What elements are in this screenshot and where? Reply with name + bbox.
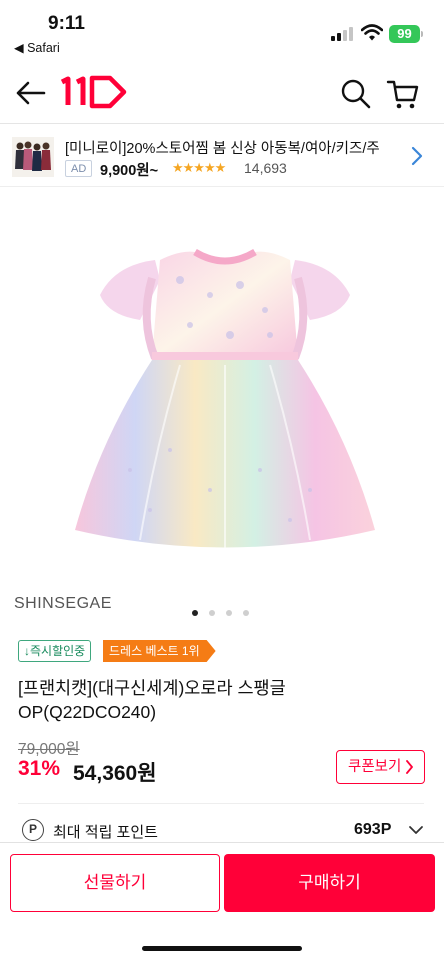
carousel-dot[interactable] (226, 610, 232, 616)
carousel-dot[interactable] (243, 610, 249, 616)
buy-button[interactable]: 구매하기 (224, 854, 435, 912)
gift-button[interactable]: 선물하기 (10, 854, 220, 912)
wifi-icon (361, 24, 383, 41)
cellular-signal-icon (331, 27, 355, 41)
ad-title: [미니로이]20%스토어찜 봄 신상 아동복/여아/키즈/주 (65, 141, 380, 157)
sale-price: 54,360원 (73, 762, 157, 785)
home-indicator[interactable] (142, 946, 302, 951)
brand-label: SHINSEGAE (14, 595, 112, 612)
11st-logo[interactable] (60, 74, 130, 110)
carousel-dot-active[interactable] (192, 610, 198, 616)
discount-rate: 31% (18, 757, 61, 780)
top-nav (0, 62, 444, 124)
battery-icon: 99 (389, 25, 420, 43)
ad-rating-stars: ★★★★★ (172, 160, 226, 175)
view-coupon-label: 쿠폰보기 (348, 759, 402, 775)
search-icon[interactable] (340, 78, 372, 110)
status-bar: 9:11 ◀ Safari 99 (0, 0, 444, 62)
view-coupon-button[interactable]: 쿠폰보기 (336, 750, 425, 784)
back-arrow-icon[interactable] (15, 79, 47, 107)
max-points-value[interactable]: 693P (354, 821, 391, 839)
ad-thumbnail-image (12, 137, 54, 177)
carousel-dot[interactable] (209, 610, 215, 616)
original-price: 79,000원 (18, 741, 80, 758)
ad-badge: AD (65, 160, 93, 177)
instant-discount-badge: ↓즉시할인중 (18, 640, 92, 662)
ad-review-count: 14,693 (244, 160, 287, 176)
max-points-label: 최대 적립 포인트 (53, 824, 158, 841)
cart-icon[interactable] (386, 77, 420, 111)
product-title: [프랜치캣](대구신세계)오로라 스팽글 OP(Q22DCO240) (18, 678, 286, 722)
point-icon: P (22, 819, 44, 841)
ad-price: 9,900원~ (100, 163, 159, 179)
status-time: 9:11 (48, 13, 85, 34)
back-to-safari-link[interactable]: ◀ Safari (14, 40, 60, 55)
product-image[interactable] (60, 240, 390, 560)
chevron-right-icon (406, 760, 413, 774)
chevron-right-icon[interactable] (411, 146, 423, 166)
divider (18, 803, 424, 804)
battery-tip (421, 31, 423, 37)
chevron-down-icon[interactable] (408, 824, 424, 836)
best-seller-badge: 드레스 베스트 1위 (103, 640, 216, 662)
image-carousel-indicator[interactable] (192, 603, 260, 621)
ad-banner[interactable]: [미니로이]20%스토어찜 봄 신상 아동복/여아/키즈/주 AD 9,900원… (0, 125, 444, 187)
bottom-action-bar: 선물하기 구매하기 (0, 842, 444, 961)
